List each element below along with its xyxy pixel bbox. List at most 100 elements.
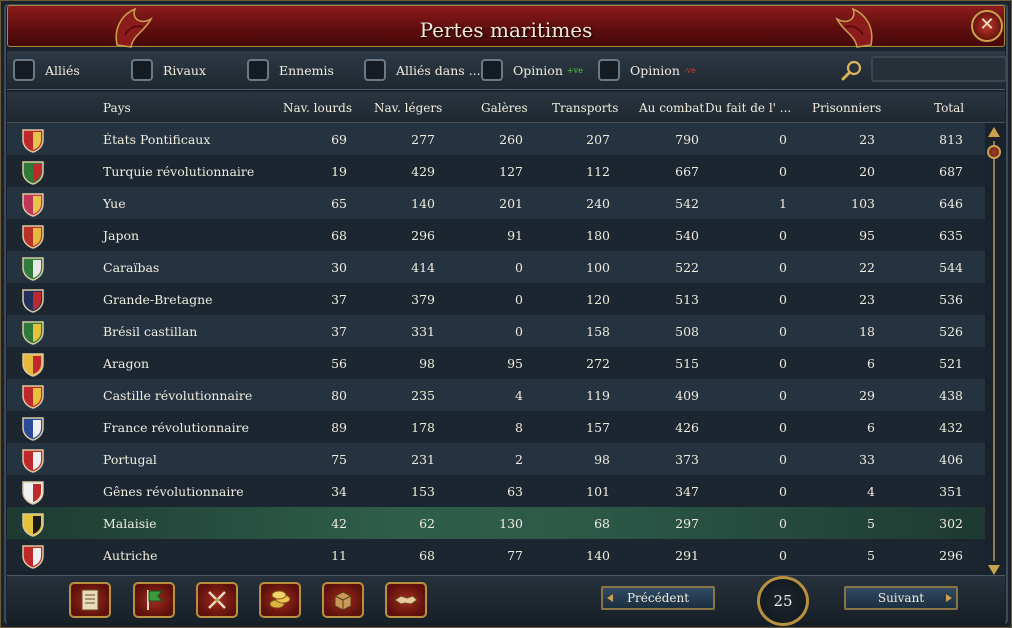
cell-galleys: 0 — [515, 324, 523, 339]
next-page-button[interactable]: Suivant — [844, 586, 958, 610]
filter-enemies[interactable]: Ennemis — [247, 57, 334, 83]
table-row[interactable]: Yue 65 140 201 240 542 1 103 646 — [7, 187, 985, 219]
country-name[interactable]: Caraïbas — [103, 260, 159, 275]
country-name[interactable]: France révolutionnaire — [103, 420, 249, 435]
country-shield-icon[interactable] — [20, 447, 46, 473]
cell-transports: 207 — [586, 132, 610, 147]
ledger-button[interactable] — [69, 582, 111, 618]
country-name[interactable]: Gênes révolutionnaire — [103, 484, 244, 499]
cell-galleys: 63 — [507, 484, 523, 499]
filter-label: Ennemis — [279, 62, 334, 78]
country-shield-icon[interactable] — [20, 351, 46, 377]
country-shield-icon[interactable] — [20, 223, 46, 249]
country-shield-icon[interactable] — [20, 543, 46, 569]
country-shield-icon[interactable] — [20, 191, 46, 217]
country-shield-icon[interactable] — [20, 319, 46, 345]
diplomacy-button[interactable] — [133, 582, 175, 618]
country-shield-icon[interactable] — [20, 127, 46, 153]
table-row[interactable]: Caraïbas 30 414 0 100 522 0 22 544 — [7, 251, 985, 283]
column-header-transports[interactable]: Transports — [552, 101, 618, 115]
country-name[interactable]: Malaisie — [103, 516, 157, 531]
country-shield-icon[interactable] — [20, 383, 46, 409]
cell-prisoners: 5 — [867, 516, 875, 531]
scroll-down-arrow-icon[interactable] — [988, 565, 1000, 575]
country-name[interactable]: Grande-Bretagne — [103, 292, 213, 307]
relations-button[interactable] — [385, 582, 427, 618]
country-name[interactable]: Brésil castillan — [103, 324, 197, 339]
table-row[interactable]: Aragon 56 98 95 272 515 0 6 521 — [7, 347, 985, 379]
column-header-prisoners[interactable]: Prisonniers — [812, 101, 881, 115]
filter-allies[interactable]: Alliés — [13, 57, 80, 83]
country-shield-icon[interactable] — [20, 287, 46, 313]
cell-light: 68 — [419, 548, 435, 563]
cell-total: 302 — [939, 516, 963, 531]
cell-attrition: 0 — [779, 516, 787, 531]
country-name[interactable]: Portugal — [103, 452, 157, 467]
cell-total: 687 — [939, 164, 963, 179]
cell-prisoners: 29 — [859, 388, 875, 403]
column-header-light-ships[interactable]: Nav. légers — [374, 101, 442, 115]
column-header-galleys[interactable]: Galères — [481, 101, 528, 115]
cell-galleys: 91 — [507, 228, 523, 243]
cell-total: 296 — [939, 548, 963, 563]
table-row[interactable]: France révolutionnaire 89 178 8 157 426 0 6 432 — [7, 411, 985, 443]
table-row[interactable]: Portugal 75 231 2 98 373 0 33 406 — [7, 443, 985, 475]
cell-prisoners: 4 — [867, 484, 875, 499]
economy-button[interactable] — [259, 582, 301, 618]
country-name[interactable]: Japon — [103, 228, 139, 243]
table-row[interactable]: Gênes révolutionnaire 34 153 63 101 347 0 4 351 — [7, 475, 985, 507]
table-row[interactable]: États Pontificaux 69 277 260 207 790 0 23 813 — [7, 123, 985, 155]
table-row[interactable]: Autriche 11 68 77 140 291 0 5 296 — [7, 539, 985, 571]
column-header-in-combat[interactable]: Au combat — [639, 101, 704, 115]
checkbox[interactable] — [13, 59, 35, 81]
previous-page-button[interactable]: Précédent — [601, 586, 715, 610]
column-header-country[interactable]: Pays — [103, 101, 131, 115]
close-button[interactable]: ✕ — [971, 10, 1003, 42]
trade-button[interactable] — [322, 582, 364, 618]
country-shield-icon[interactable] — [20, 415, 46, 441]
column-header-attrition[interactable]: Du fait de l' ... — [705, 101, 791, 115]
cell-total: 406 — [939, 452, 963, 467]
scrollbar-thumb[interactable] — [987, 145, 1001, 159]
military-button[interactable] — [196, 582, 238, 618]
table-row[interactable]: Grande-Bretagne 37 379 0 120 513 0 23 536 — [7, 283, 985, 315]
checkbox[interactable] — [131, 59, 153, 81]
cell-attrition: 0 — [779, 356, 787, 371]
table-row[interactable]: Castille révolutionnaire 80 235 4 119 409 0 29 4… — [7, 379, 985, 411]
country-name[interactable]: Turquie révolutionnaire — [103, 164, 254, 179]
table-row[interactable]: Brésil castillan 37 331 0 158 508 0 18 526 — [7, 315, 985, 347]
country-name[interactable]: États Pontificaux — [103, 132, 210, 147]
scroll-up-arrow-icon[interactable] — [988, 127, 1000, 137]
column-header-total[interactable]: Total — [934, 101, 964, 115]
search-input[interactable] — [871, 56, 1007, 82]
checkbox[interactable] — [598, 59, 620, 81]
negative-suffix: -ve — [683, 65, 696, 75]
table-row[interactable]: Turquie révolutionnaire 19 429 127 112 667 0 20… — [7, 155, 985, 187]
scrollbar[interactable] — [987, 127, 1001, 575]
cell-galleys: 130 — [499, 516, 523, 531]
country-shield-icon[interactable] — [20, 479, 46, 505]
checkbox[interactable] — [364, 59, 386, 81]
country-name[interactable]: Autriche — [103, 548, 158, 563]
filter-opinion-negative[interactable]: Opinion -ve — [598, 57, 696, 83]
cell-combat: 513 — [675, 292, 699, 307]
checkbox[interactable] — [247, 59, 269, 81]
country-shield-icon[interactable] — [20, 511, 46, 537]
filter-opinion-positive[interactable]: Opinion +ve — [481, 57, 583, 83]
cell-heavy: 68 — [331, 228, 347, 243]
checkbox[interactable] — [481, 59, 503, 81]
country-shield-icon[interactable] — [20, 255, 46, 281]
search-icon[interactable] — [841, 59, 863, 81]
filter-allies-in-war[interactable]: Alliés dans ... — [364, 57, 481, 83]
column-header-heavy-ships[interactable]: Nav. lourds — [283, 101, 352, 115]
filter-rivals[interactable]: Rivaux — [131, 57, 206, 83]
country-name[interactable]: Aragon — [103, 356, 149, 371]
cell-attrition: 0 — [779, 484, 787, 499]
cell-attrition: 0 — [779, 132, 787, 147]
country-name[interactable]: Castille révolutionnaire — [103, 388, 252, 403]
country-name[interactable]: Yue — [103, 196, 126, 211]
table-row[interactable]: Malaisie 42 62 130 68 297 0 5 302 — [7, 507, 985, 539]
country-shield-icon[interactable] — [20, 159, 46, 185]
table-row[interactable]: Japon 68 296 91 180 540 0 95 635 — [7, 219, 985, 251]
scrollbar-track[interactable] — [993, 141, 995, 561]
